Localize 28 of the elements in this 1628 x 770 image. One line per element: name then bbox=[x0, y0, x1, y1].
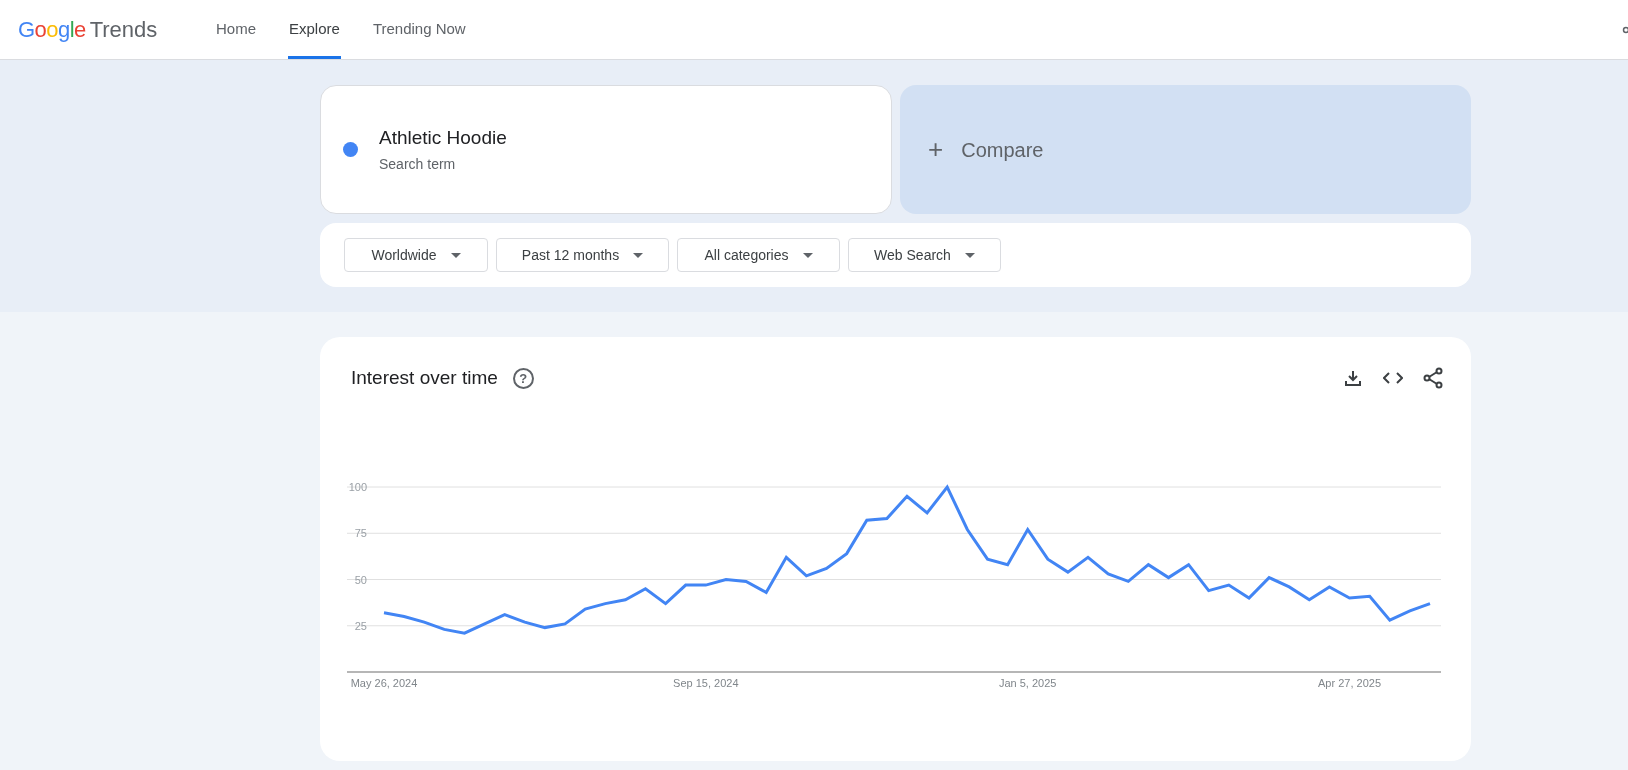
share-icon[interactable] bbox=[1423, 367, 1443, 390]
card-title: Interest over time bbox=[351, 366, 498, 390]
nav-tab[interactable]: Home bbox=[215, 0, 257, 59]
y-axis-label: 25 bbox=[354, 619, 367, 632]
filter-dropdown[interactable]: All categories bbox=[677, 238, 840, 272]
filter-dropdown[interactable]: Web Search bbox=[848, 238, 1001, 272]
caret-icon bbox=[633, 252, 644, 258]
google-trends-logo[interactable]: Google Trends bbox=[18, 13, 168, 46]
caret-icon bbox=[802, 252, 813, 258]
y-axis-label: 50 bbox=[354, 573, 367, 585]
filter-dropdown[interactable]: Worldwide bbox=[344, 238, 488, 272]
help-button[interactable]: ? bbox=[512, 367, 534, 389]
search-term-card[interactable]: Athletic Hoodie Search term bbox=[320, 85, 892, 214]
x-axis-label: May 26, 2024 bbox=[350, 676, 418, 689]
x-axis-label: Sep 15, 2024 bbox=[673, 676, 739, 689]
compare-button[interactable]: + Compare bbox=[900, 85, 1471, 214]
caret-icon bbox=[964, 252, 975, 258]
caret-icon bbox=[450, 252, 461, 258]
nav-tab[interactable]: Trending Now bbox=[371, 0, 467, 59]
filter-dropdown[interactable]: Past 12 months bbox=[496, 238, 669, 272]
x-axis-label: Apr 27, 2025 bbox=[1318, 676, 1382, 689]
x-axis-label: Jan 5, 2025 bbox=[998, 676, 1057, 689]
search-term: Athletic Hoodie bbox=[379, 125, 507, 150]
search-term-subtitle: Search term bbox=[379, 155, 457, 175]
embed-code-icon[interactable] bbox=[1383, 371, 1403, 386]
download-icon[interactable] bbox=[1344, 369, 1362, 388]
y-axis-label: 75 bbox=[354, 526, 367, 539]
y-axis-label: 100 bbox=[348, 480, 367, 493]
